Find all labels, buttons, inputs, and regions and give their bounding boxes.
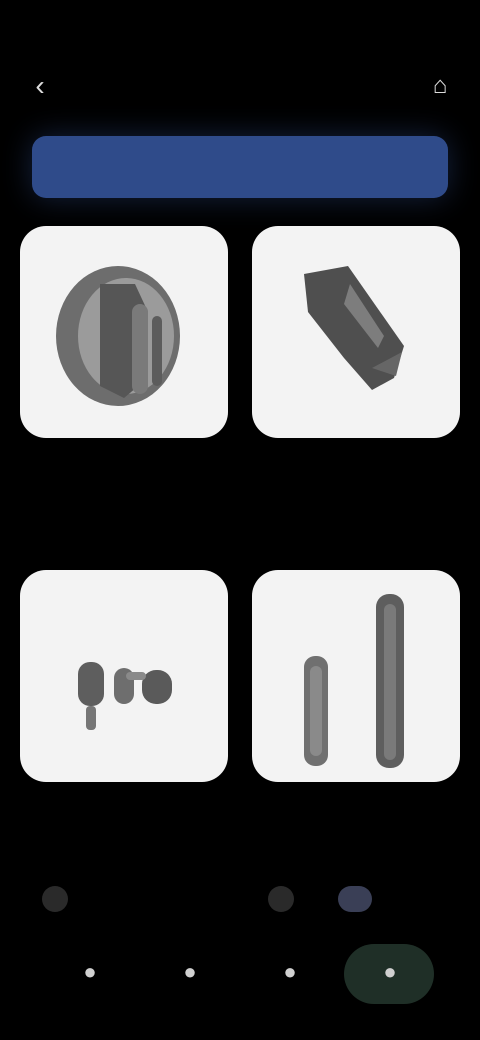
nav-item-home[interactable]: ● <box>64 946 116 998</box>
nav-item-bag[interactable]: ● <box>264 946 316 998</box>
product-image-art <box>56 266 180 406</box>
bottom-nav: ● ● ● ● <box>0 930 480 1014</box>
add-to-cart-icon[interactable] <box>268 886 294 912</box>
card-actions-row <box>32 878 448 922</box>
nav-item-search[interactable]: ● <box>164 946 216 998</box>
status-bar <box>0 0 480 56</box>
product-image[interactable] <box>20 226 228 438</box>
cart-icon[interactable]: ⌂ <box>422 68 458 104</box>
nav-item-profile[interactable]: ● <box>364 946 416 998</box>
product-image-art <box>304 266 404 390</box>
product-image-art <box>78 662 172 730</box>
product-image[interactable] <box>252 570 460 782</box>
quantity-pill[interactable] <box>338 886 372 912</box>
home-icon: ● <box>83 959 97 984</box>
add-to-cart-icon[interactable] <box>42 886 68 912</box>
profile-icon: ● <box>383 959 397 984</box>
product-image[interactable] <box>252 226 460 438</box>
product-card[interactable] <box>20 570 228 890</box>
product-image-art <box>304 594 404 768</box>
back-icon[interactable]: ‹ <box>22 68 58 104</box>
product-image[interactable] <box>20 570 228 782</box>
app-header: ‹ ⌂ <box>0 56 480 116</box>
bag-icon: ● <box>283 959 297 984</box>
product-card[interactable] <box>252 226 460 546</box>
promo-banner[interactable] <box>32 136 448 198</box>
product-card[interactable] <box>252 570 460 890</box>
product-card[interactable] <box>20 226 228 546</box>
search-icon: ● <box>183 959 197 984</box>
